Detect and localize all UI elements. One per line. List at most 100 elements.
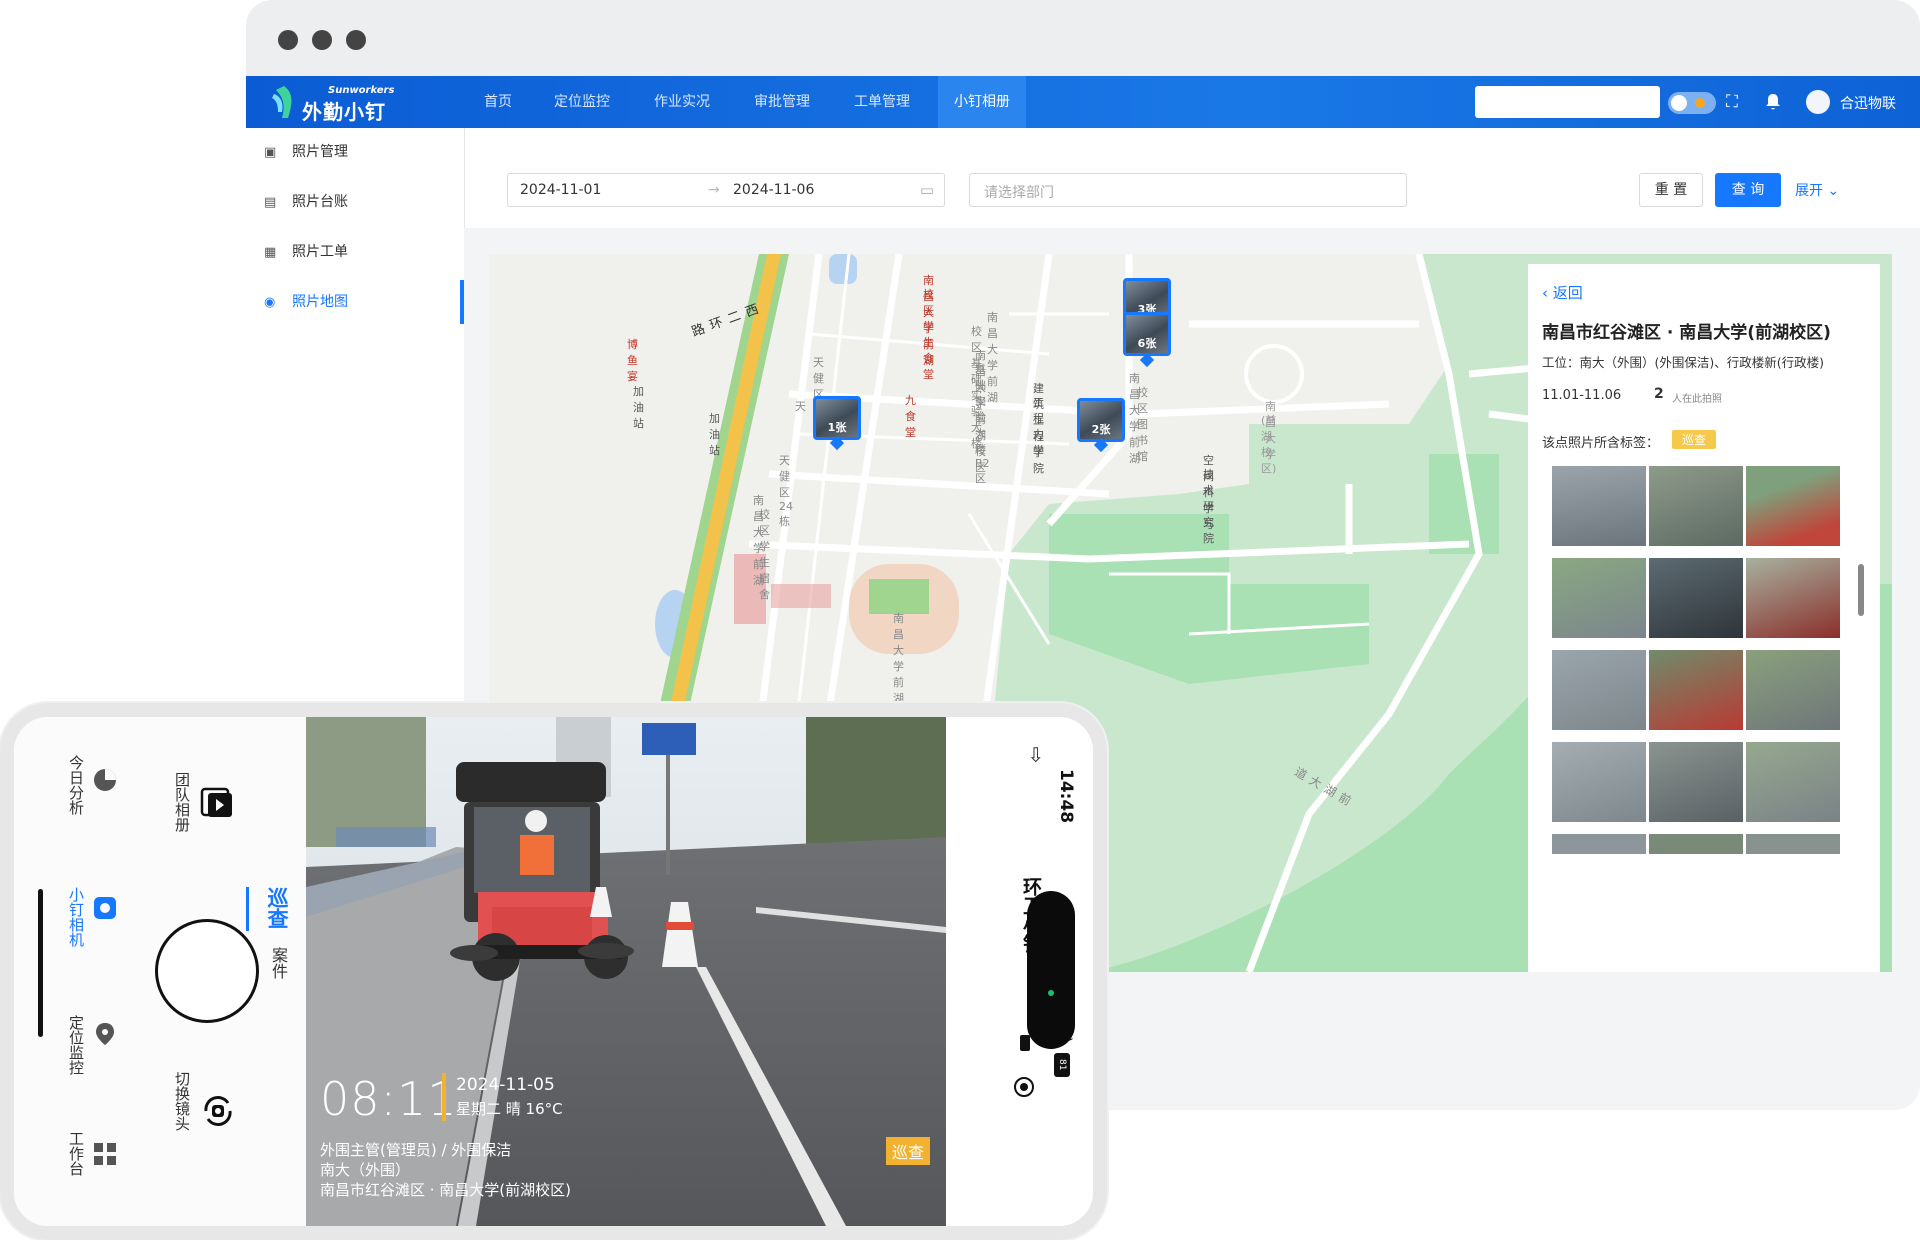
people-count: 2 [1654,386,1664,402]
photo-thumbnail[interactable] [1552,558,1646,638]
shutter-button[interactable] [155,919,259,1023]
photo-grid [1552,466,1840,866]
photo-thumbnail[interactable] [1649,466,1743,546]
map-label: 天 [795,400,806,413]
brand-title: 外勤小钉 [302,100,386,124]
nav-item-home[interactable]: 首页 [484,76,512,128]
header-search-input[interactable] [1475,86,1660,118]
back-button[interactable]: ‹ 返回 [1542,282,1583,303]
sun-icon [1695,98,1705,108]
calendar-icon[interactable]: ▭ [920,181,934,199]
nav-item-operation[interactable]: 作业实况 [654,76,710,128]
record-icon[interactable] [1014,1077,1034,1097]
team-album-icon[interactable] [200,785,234,819]
date-range-picker[interactable]: 2024-11-01 → 2024-11-06 ▭ [507,173,945,207]
photo-thumbnail[interactable] [1746,558,1840,638]
map-photo-marker[interactable]: 2张 [1077,398,1125,442]
map-photo-marker[interactable]: 6张 [1123,312,1171,356]
mode-patrol[interactable]: 巡查 [262,887,292,929]
flashlight-icon[interactable] [1020,1035,1030,1051]
overlay-location: 南昌市红谷滩区 · 南昌大学(前湖校区) [320,1181,572,1199]
photo-thumbnail[interactable] [1746,650,1840,730]
pie-chart-icon[interactable] [92,767,118,793]
window-maximize-dot[interactable] [346,30,366,50]
sidebar-item-label: 照片地图 [292,294,348,310]
date-range: 11.01-11.06 [1542,388,1622,403]
overlay-time: 08:11 [320,1072,458,1126]
date-start[interactable]: 2024-11-01 [520,182,601,198]
expand-label: 展开 [1795,183,1823,199]
theme-toggle[interactable] [1668,92,1716,114]
reset-button[interactable]: 重 置 [1639,173,1703,207]
photo-thumbnail[interactable] [1746,834,1840,854]
camera-viewfinder[interactable]: 08:11 2024-11-05 星期二 晴 16°C 外围主管(管理员) / … [306,717,946,1226]
avatar[interactable] [1806,90,1830,114]
date-separator: → [708,182,720,198]
status-time: 14:48 [1056,769,1076,824]
form-icon: ▦ [264,245,277,260]
team-album-label[interactable]: 团队相册 [172,772,193,832]
date-end[interactable]: 2024-11-06 [733,182,814,198]
photo-thumbnail[interactable] [1649,742,1743,822]
sidebar-item-photo-map[interactable]: ◉ 照片地图 [264,290,348,314]
map-label: 加油站 [709,412,720,457]
sidebar-item-photo-ledger[interactable]: ▤ 照片台账 [264,190,348,214]
map-photo-marker[interactable]: 1张 [813,396,861,440]
query-button[interactable]: 查 询 [1715,173,1781,207]
location-pin-icon[interactable] [92,1021,118,1047]
sidebar-item-photo-manage[interactable]: ▣ 照片管理 [264,140,348,164]
map-label: 校区学生宿舍 [759,508,770,601]
tab-workbench[interactable]: 工作台 [66,1131,87,1176]
camera-icon[interactable] [92,895,118,921]
bell-icon[interactable] [1765,93,1781,111]
switch-camera-icon[interactable] [198,1091,238,1131]
photo-thumbnail[interactable] [1746,742,1840,822]
mode-active-indicator [246,887,249,931]
camera-control-panel: 今日分析 小钉相机 定位监控 工作台 团队相册 巡查 案件 切换镜头 [14,717,306,1226]
photo-thumbnail[interactable] [1649,558,1743,638]
photo-thumbnail[interactable] [1552,650,1646,730]
photo-thumbnail[interactable] [1649,834,1743,854]
photo-thumbnail[interactable] [1552,742,1646,822]
filter-bar: 2024-11-01 → 2024-11-06 ▭ 请选择部门 重 置 查 询 … [464,128,1920,228]
photo-thumbnail[interactable] [1552,466,1646,546]
nav-item-location[interactable]: 定位监控 [554,76,610,128]
sidebar-item-label: 照片工单 [292,244,348,260]
switch-camera-label[interactable]: 切换镜头 [172,1071,193,1131]
nav-item-workorder[interactable]: 工单管理 [854,76,910,128]
department-select[interactable]: 请选择部门 [969,173,1407,207]
user-name[interactable]: 合迅物联 [1840,93,1896,113]
map-label: (前湖校区) [1261,414,1277,475]
map-label: 技术研究院 [1203,468,1214,545]
map-label: 校区学生食堂 [923,288,934,381]
grid-apps-icon[interactable] [92,1141,118,1167]
tag-badge[interactable]: 巡查 [1672,430,1717,449]
fullscreen-icon[interactable]: ⛶ [1726,93,1738,111]
nav-item-approval[interactable]: 审批管理 [754,76,810,128]
photo-thumbnail[interactable] [1746,466,1840,546]
window-minimize-dot[interactable] [312,30,332,50]
tab-location-monitor[interactable]: 定位监控 [66,1015,87,1075]
marker-count: 6张 [1137,337,1157,350]
back-label: 返回 [1552,284,1583,302]
overlay-post: 南大（外围） [320,1161,411,1179]
scrollbar[interactable] [1858,564,1864,616]
tag-label: 该点照片所含标签： [1542,436,1660,451]
tab-today-analysis[interactable]: 今日分析 [66,755,87,815]
tab-camera[interactable]: 小钉相机 [66,887,87,947]
top-nav-bar: Sunworkers 外勤小钉 首页 定位监控 作业实况 审批管理 工单管理 小… [246,76,1920,128]
expand-button[interactable]: 展开 ⌄ [1795,180,1839,200]
sidebar-item-photo-workorder[interactable]: ▦ 照片工单 [264,240,348,264]
mode-case[interactable]: 案件 [266,947,290,979]
nav-item-album[interactable]: 小钉相册 [938,76,1026,128]
photo-thumbnail[interactable] [1649,650,1743,730]
location-pin-icon: ◉ [264,295,276,310]
map-label: 天健区24栋 [779,454,793,528]
marker-count: 1张 [827,421,847,434]
map-label: 工程力学 [1033,396,1044,457]
chevron-down-icon: ⌄ [1827,183,1840,199]
map-label: 校区图书馆 [1137,386,1148,463]
window-close-dot[interactable] [278,30,298,50]
photo-thumbnail[interactable] [1552,834,1646,854]
share-icon[interactable]: ⇨ [1024,747,1048,764]
